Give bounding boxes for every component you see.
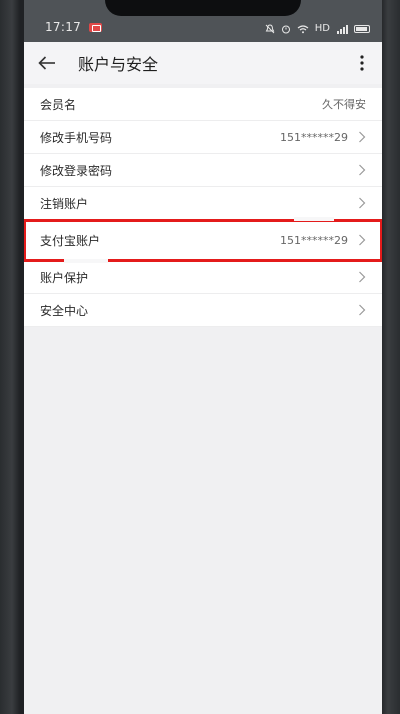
- chevron-right-icon: [359, 197, 366, 209]
- status-time: 17:17: [45, 20, 82, 34]
- chevron-right-icon: [359, 234, 366, 246]
- row-close-account[interactable]: 注销账户: [24, 187, 382, 220]
- chevron-right-icon: [359, 304, 366, 316]
- row-change-phone[interactable]: 修改手机号码 151******29: [24, 121, 382, 154]
- chevron-right-icon: [359, 271, 366, 283]
- camera-notch: [105, 0, 301, 16]
- wifi-icon: [297, 24, 309, 33]
- back-arrow-icon: [38, 56, 55, 70]
- more-vertical-icon: [360, 55, 364, 71]
- chevron-right-icon: [359, 164, 366, 176]
- row-label: 注销账户: [40, 196, 89, 211]
- page-title: 账户与安全: [78, 55, 159, 74]
- mute-icon: [265, 23, 275, 33]
- chevron-right-icon: [359, 131, 366, 143]
- signal-icon: [337, 24, 348, 34]
- row-member-name: 会员名 久不得安: [24, 88, 382, 121]
- row-label: 安全中心: [40, 303, 89, 318]
- more-options-button[interactable]: [352, 49, 372, 77]
- status-right: HD: [265, 23, 370, 34]
- app-header: 账户与安全: [24, 42, 382, 84]
- alarm-icon: [281, 25, 290, 33]
- status-left: 17:17: [45, 20, 103, 34]
- network-type: HD: [314, 23, 330, 34]
- settings-list: 会员名 久不得安 修改手机号码 151******29 修改登录密码 注销账户 …: [24, 88, 382, 327]
- row-label: 支付宝账户: [40, 233, 101, 248]
- battery-icon: [354, 24, 370, 33]
- row-label: 会员名: [40, 97, 77, 112]
- row-label: 修改登录密码: [40, 163, 113, 178]
- row-alipay-account[interactable]: 支付宝账户 151******29: [24, 217, 382, 263]
- notification-icon: [89, 22, 103, 32]
- row-label: 修改手机号码: [40, 130, 113, 145]
- row-label: 账户保护: [40, 270, 89, 285]
- row-value: 151******29: [280, 233, 348, 247]
- back-button[interactable]: [38, 49, 66, 77]
- row-account-protection[interactable]: 账户保护: [24, 261, 382, 294]
- row-change-password[interactable]: 修改登录密码: [24, 154, 382, 187]
- row-security-center[interactable]: 安全中心: [24, 294, 382, 327]
- row-value: 151******29: [280, 130, 348, 144]
- screen: 17:17 HD 账户与安全 会员名 久不得安 修改手机号码 151******…: [24, 0, 382, 714]
- row-value: 久不得安: [322, 98, 366, 111]
